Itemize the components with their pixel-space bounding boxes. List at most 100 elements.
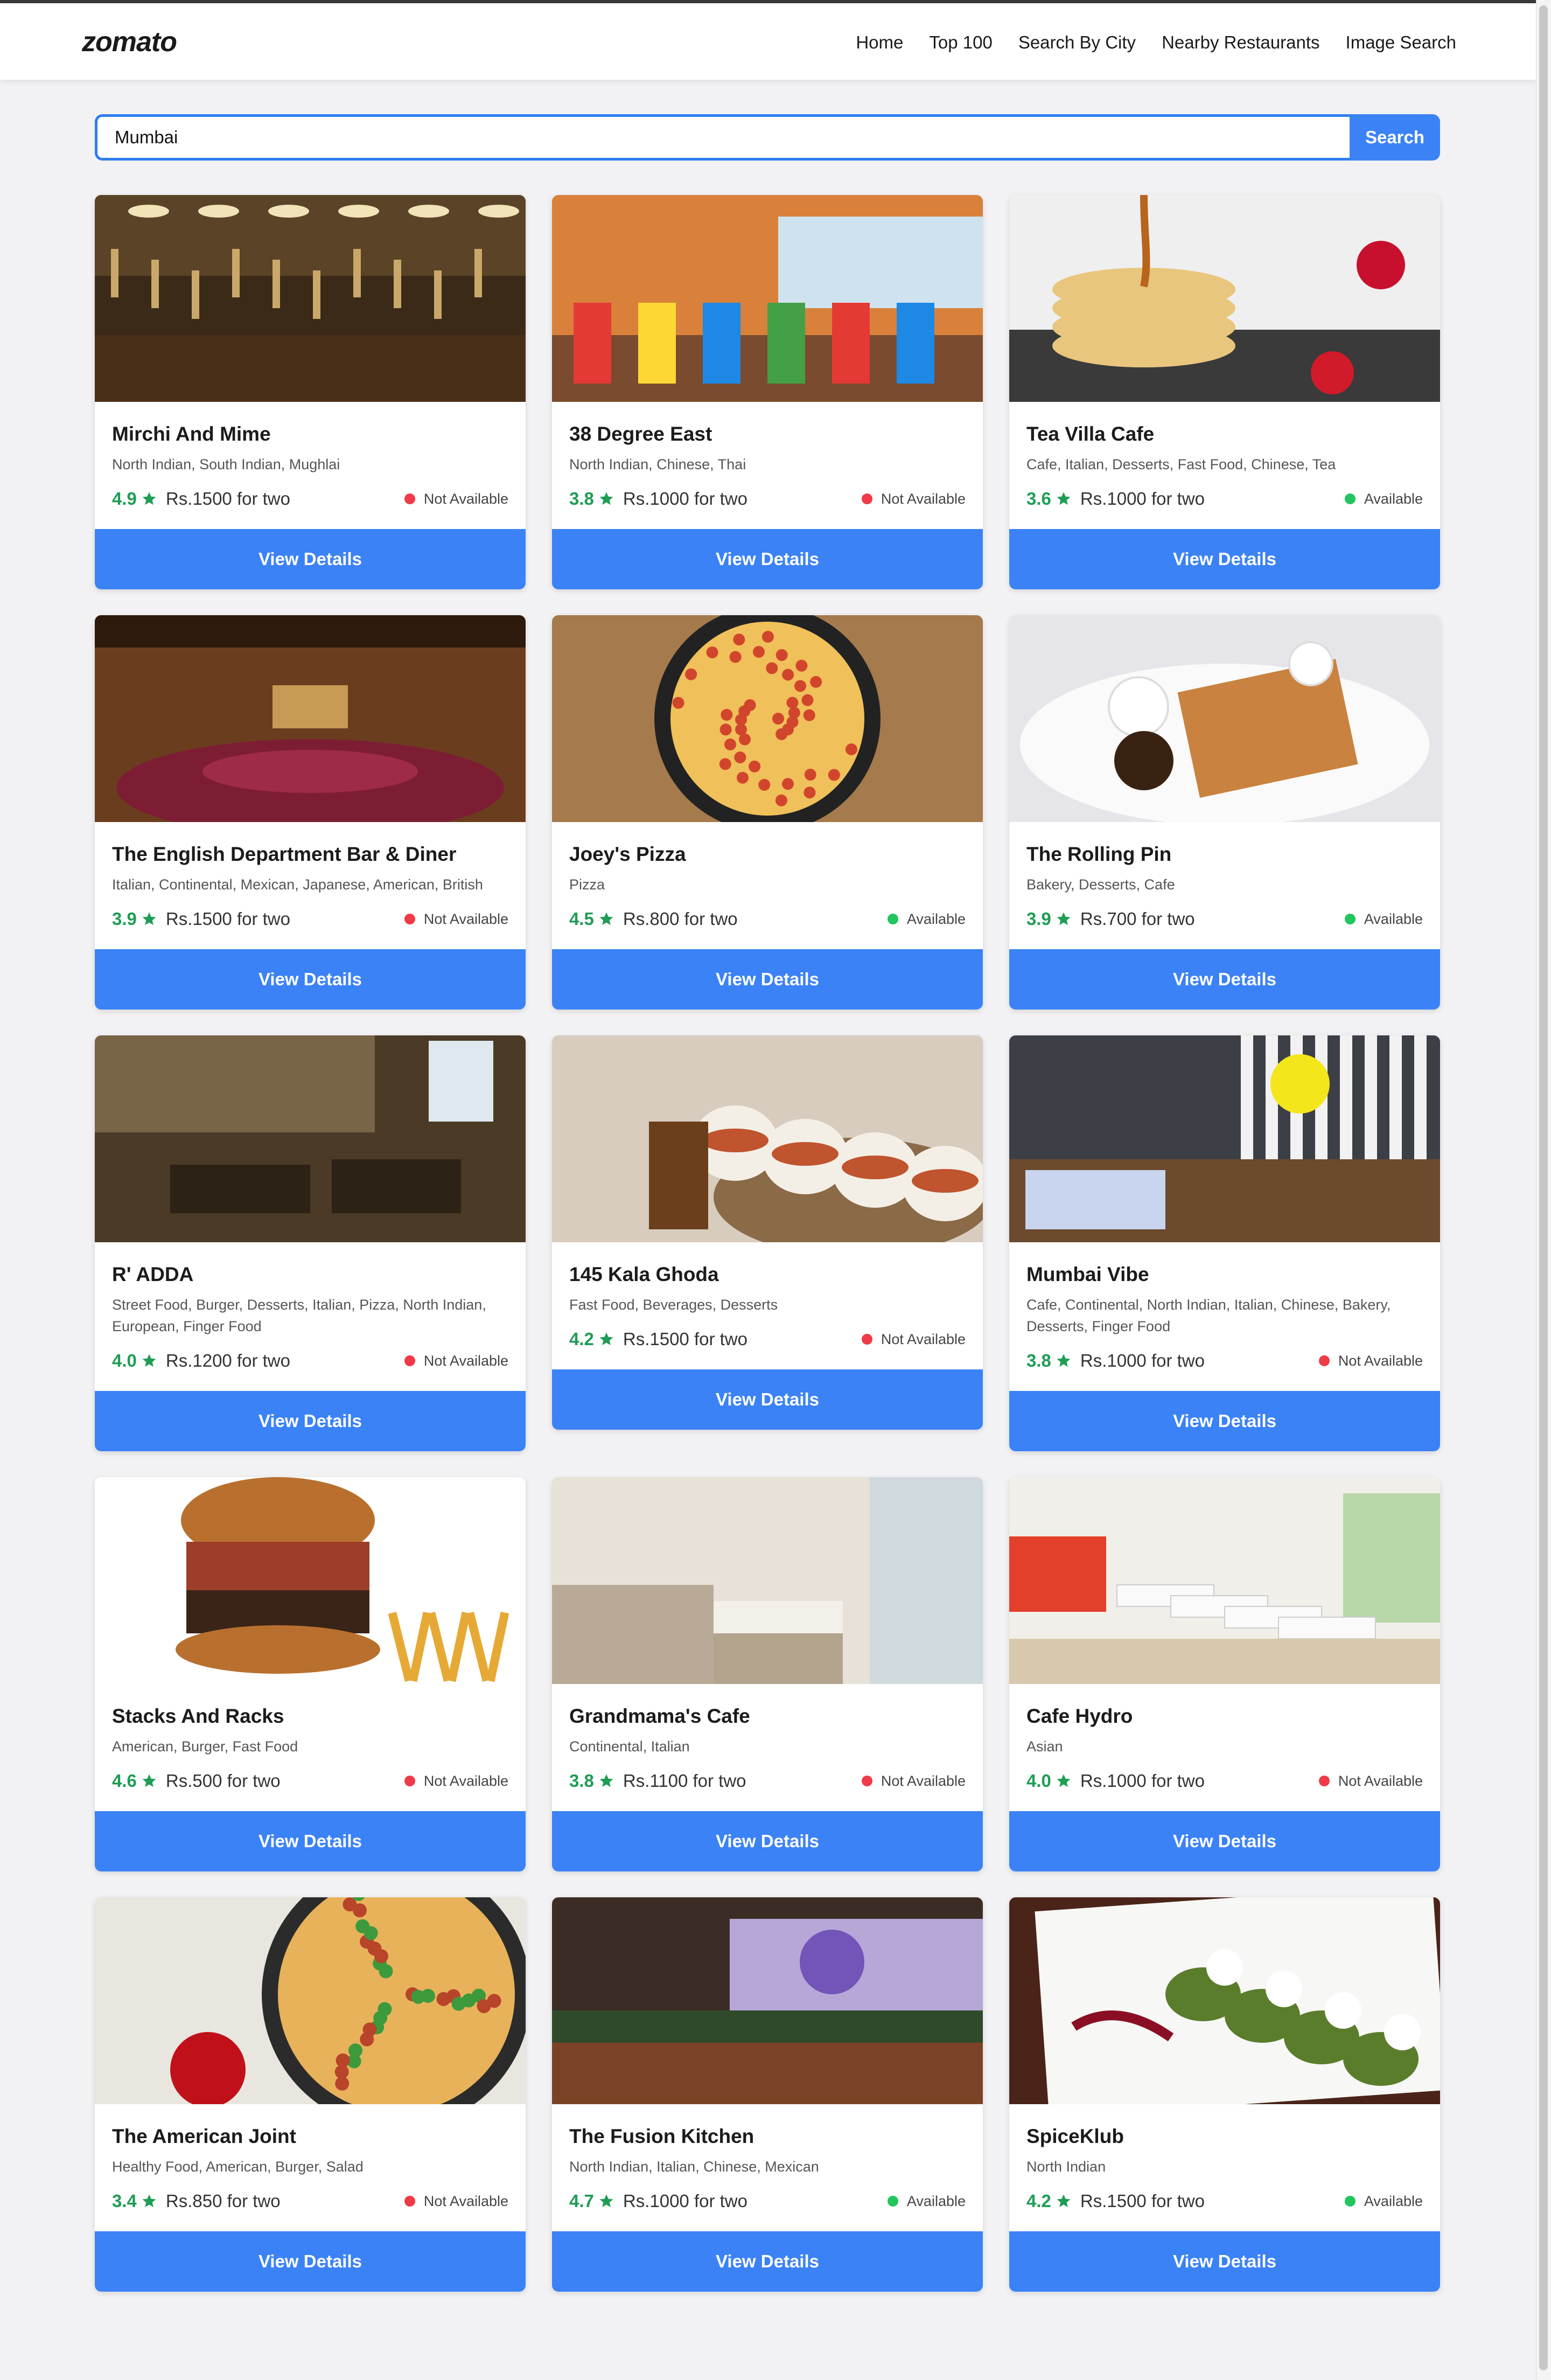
nav-home[interactable]: Home	[856, 32, 903, 53]
nav-top-100[interactable]: Top 100	[929, 32, 992, 53]
card-body: Cafe Hydro Asian 4.0 Rs.1000 for two Not Ava…	[1009, 1684, 1440, 1811]
card-body: The English Department Bar & Diner Italia…	[95, 822, 526, 949]
card-meta: 3.9 Rs.700 for two Available	[1026, 907, 1423, 931]
status-dot-icon	[1344, 493, 1356, 504]
view-details-button[interactable]: View Details	[1009, 2231, 1440, 2292]
search-input[interactable]	[95, 114, 1350, 161]
availability-status: Not Available	[861, 491, 966, 507]
view-details-button[interactable]: View Details	[95, 1811, 526, 1871]
card-body: 38 Degree East North Indian, Chinese, Tha…	[552, 402, 983, 529]
card-body: R' ADDA Street Food, Burger, Desserts, It…	[95, 1242, 526, 1391]
rating-value: 4.0	[1026, 1771, 1051, 1791]
restaurant-card: Stacks And Racks American, Burger, Fast F…	[95, 1477, 526, 1871]
restaurant-name: Mirchi And Mime	[112, 423, 271, 445]
view-details-button[interactable]: View Details	[95, 949, 526, 1010]
view-details-button[interactable]: View Details	[1009, 949, 1440, 1010]
top-navbar: zomato Home Top 100 Search By City Nearb…	[0, 3, 1536, 80]
availability-label: Available	[1364, 2193, 1423, 2209]
rating-value: 3.8	[1026, 1351, 1051, 1370]
rating-value: 4.2	[1026, 2191, 1051, 2211]
card-meta: 3.8 Rs.1000 for two Not Available	[569, 487, 966, 511]
card-meta: 4.7 Rs.1000 for two Available	[569, 2189, 966, 2213]
availability-label: Available	[1364, 910, 1423, 927]
view-details-button[interactable]: View Details	[552, 1369, 983, 1430]
status-dot-icon	[404, 493, 415, 504]
price-for-two: Rs.1500 for two	[1080, 2191, 1205, 2211]
restaurant-card: Tea Villa Cafe Cafe, Italian, Desserts, F…	[1009, 195, 1440, 589]
view-details-button[interactable]: View Details	[1009, 1811, 1440, 1871]
nav-search-by-city[interactable]: Search By City	[1018, 32, 1136, 53]
availability-label: Available	[906, 2193, 966, 2209]
restaurant-name: 145 Kala Ghoda	[569, 1263, 719, 1285]
restaurant-card: Cafe Hydro Asian 4.0 Rs.1000 for two Not Ava…	[1009, 1477, 1440, 1871]
restaurant-card: Joey's Pizza Pizza 4.5 Rs.800 for two Availa…	[552, 615, 983, 1010]
price-for-two: Rs.1500 for two	[165, 909, 290, 929]
restaurant-cuisines: American, Burger, Fast Food	[112, 1738, 298, 1755]
card-meta: 3.4 Rs.850 for two Not Available	[112, 2189, 508, 2213]
availability-status: Not Available	[404, 2193, 508, 2210]
rating-value: 3.8	[569, 489, 594, 509]
rating-value: 4.7	[569, 2191, 594, 2211]
view-details-button[interactable]: View Details	[95, 1391, 526, 1451]
price-for-two: Rs.1200 for two	[165, 1351, 290, 1370]
availability-label: Not Available	[423, 2193, 508, 2209]
restaurant-cuisines: Pizza	[569, 876, 605, 893]
availability-status: Not Available	[861, 1772, 966, 1790]
card-meta: 4.9 Rs.1500 for two Not Available	[112, 487, 508, 511]
scrollbar-thumb[interactable]	[1539, 5, 1548, 2370]
restaurant-name: SpiceKlub	[1026, 2125, 1124, 2147]
view-details-button[interactable]: View Details	[552, 529, 983, 589]
star-icon	[142, 492, 156, 505]
search-bar: Search	[95, 114, 1440, 161]
view-details-button[interactable]: View Details	[552, 1811, 983, 1871]
cafe-interior-photo	[1009, 1035, 1440, 1242]
plated-dish-photo	[1009, 1897, 1440, 2104]
card-body: Tea Villa Cafe Cafe, Italian, Desserts, F…	[1009, 402, 1440, 529]
price-for-two: Rs.1000 for two	[623, 2191, 747, 2211]
view-details-button[interactable]: View Details	[1009, 529, 1440, 589]
view-details-button[interactable]: View Details	[552, 949, 983, 1010]
view-details-button[interactable]: View Details	[95, 529, 526, 589]
pizza-photo	[552, 615, 983, 822]
card-meta: 3.8 Rs.1100 for two Not Available	[569, 1769, 966, 1793]
status-dot-icon	[861, 493, 872, 504]
restaurant-card: SpiceKlub North Indian 4.2 Rs.1500 for two A…	[1009, 1897, 1440, 2292]
bright-cafe-photo	[1009, 1477, 1440, 1684]
star-icon	[142, 1354, 156, 1367]
restaurant-card: Grandmama's Cafe Continental, Italian 3.8 R…	[552, 1477, 983, 1871]
star-icon	[599, 2194, 613, 2208]
rating-value: 3.8	[569, 1771, 594, 1791]
view-details-button[interactable]: View Details	[95, 2231, 526, 2292]
restaurant-cuisines: North Indian, Chinese, Thai	[569, 456, 746, 472]
page-scrollbar[interactable]	[1536, 0, 1551, 2380]
restaurant-name: The Fusion Kitchen	[569, 2125, 754, 2147]
restaurant-card: R' ADDA Street Food, Burger, Desserts, It…	[95, 1035, 526, 1451]
price-for-two: Rs.1500 for two	[623, 1329, 747, 1349]
availability-status: Available	[1344, 490, 1423, 507]
restaurant-name: 38 Degree East	[569, 423, 712, 445]
status-dot-icon	[1344, 914, 1356, 924]
view-details-button[interactable]: View Details	[1009, 1391, 1440, 1451]
restaurant-name: Grandmama's Cafe	[569, 1705, 750, 1727]
cafe-seating-photo	[552, 1477, 983, 1684]
restaurant-name: The English Department Bar & Diner	[112, 843, 457, 865]
view-details-button[interactable]: View Details	[552, 2231, 983, 2292]
star-icon	[142, 2194, 156, 2208]
price-for-two: Rs.1500 for two	[165, 489, 290, 509]
nav-image-search[interactable]: Image Search	[1346, 32, 1456, 53]
availability-status: Not Available	[861, 1331, 966, 1348]
availability-label: Not Available	[881, 1772, 966, 1789]
restaurant-cuisines: North Indian	[1026, 2159, 1106, 2175]
nav-nearby-restaurants[interactable]: Nearby Restaurants	[1162, 32, 1319, 53]
restaurant-cuisines: Cafe, Continental, North Indian, Italian…	[1026, 1297, 1391, 1334]
restaurant-cuisines: Fast Food, Beverages, Desserts	[569, 1297, 778, 1313]
availability-label: Available	[906, 910, 966, 927]
availability-label: Available	[1364, 490, 1423, 507]
card-body: Stacks And Racks American, Burger, Fast F…	[95, 1684, 526, 1811]
restaurant-name: Cafe Hydro	[1026, 1705, 1133, 1727]
card-meta: 4.0 Rs.1200 for two Not Available	[112, 1349, 508, 1373]
restaurant-cuisines: Continental, Italian	[569, 1738, 690, 1755]
zomato-logo[interactable]: zomato	[82, 26, 177, 58]
search-button[interactable]: Search	[1350, 114, 1440, 161]
star-icon	[599, 1774, 613, 1787]
